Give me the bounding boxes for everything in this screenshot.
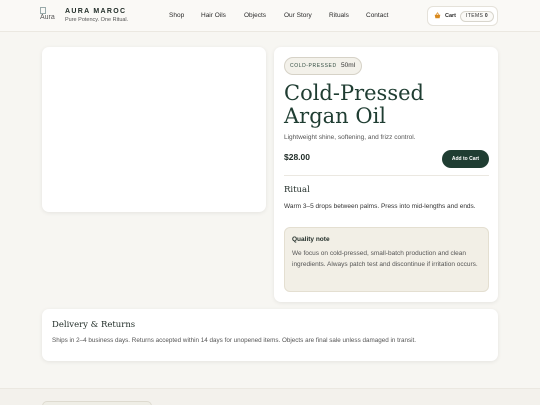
logo-image[interactable]: Aura — [40, 7, 60, 27]
nav-contact[interactable]: Contact — [366, 12, 388, 19]
cart-button[interactable]: Cart ITEMS 0 — [427, 6, 498, 26]
footer-decoration-icon — [366, 401, 370, 405]
add-to-cart-button[interactable]: Add to Cart — [442, 150, 489, 168]
product-subtitle: Lightweight shine, softening, and frizz … — [284, 134, 416, 141]
product-size: 50ml — [341, 62, 356, 69]
product-title: Cold-Pressed Argan Oil — [284, 81, 424, 128]
quality-text: We focus on cold-pressed, small-batch pr… — [292, 250, 478, 268]
nav-shop[interactable]: Shop — [169, 12, 184, 19]
cart-label: Cart — [445, 13, 457, 19]
brand-name[interactable]: AURA MAROC — [65, 8, 126, 15]
nav-rituals[interactable]: Rituals — [329, 12, 349, 19]
nav-objects[interactable]: Objects — [244, 12, 266, 19]
quality-note: Quality note We focus on cold-pressed, s… — [284, 227, 489, 292]
product-price: $28.00 — [284, 152, 310, 162]
cart-items-pill: ITEMS 0 — [460, 11, 494, 22]
quality-heading: Quality note — [292, 236, 330, 243]
logo-alt-text: Aura — [40, 14, 55, 21]
divider — [284, 175, 489, 176]
product-info-card: COLD-PRESSED 50ml Cold-Pressed Argan Oil… — [274, 47, 498, 302]
basket-icon — [434, 12, 441, 19]
site-header: Aura AURA MAROC Pure Potency. One Ritual… — [0, 0, 540, 32]
badge-label: COLD-PRESSED — [290, 63, 337, 69]
cart-items-label: ITEMS — [466, 13, 484, 19]
ritual-text: Warm 3–5 drops between palms. Press into… — [284, 203, 476, 210]
ritual-heading: Ritual — [284, 185, 310, 195]
cart-count: 0 — [484, 13, 488, 19]
cold-pressed-badge: COLD-PRESSED 50ml — [284, 57, 362, 75]
broken-image-icon — [40, 7, 46, 14]
nav-our-story[interactable]: Our Story — [284, 12, 312, 19]
product-image — [42, 47, 266, 212]
delivery-returns-card: Delivery & Returns Ships in 2–4 business… — [42, 309, 498, 361]
nav-hair-oils[interactable]: Hair Oils — [201, 12, 226, 19]
delivery-heading: Delivery & Returns — [52, 320, 136, 330]
brand-tagline: Pure Potency. One Ritual. — [65, 17, 129, 23]
footer-decoration-icon — [225, 401, 229, 405]
footer-card — [42, 401, 152, 405]
delivery-text: Ships in 2–4 business days. Returns acce… — [52, 337, 417, 344]
